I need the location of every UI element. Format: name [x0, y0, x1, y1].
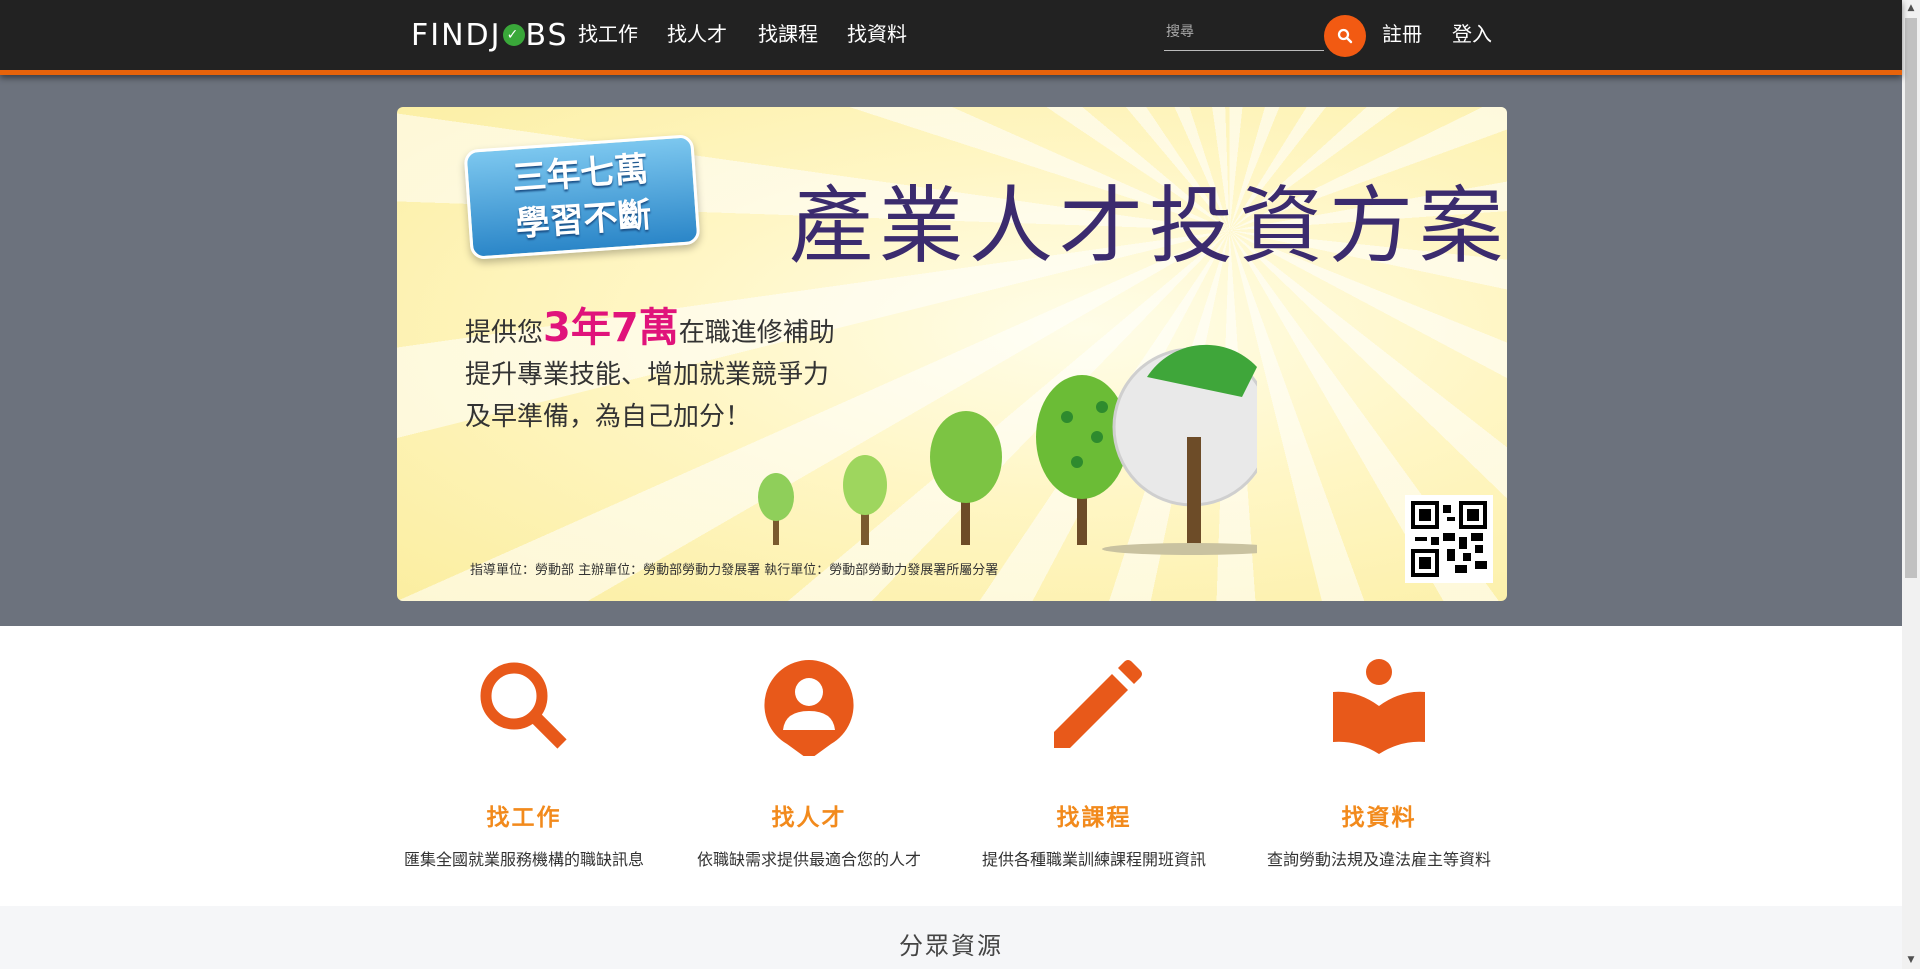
book-reader-icon: [1333, 659, 1425, 754]
search-field-wrapper: [1164, 18, 1324, 51]
feature-description: 依職缺需求提供最適合您的人才: [696, 850, 921, 869]
globe-tree: [1102, 344, 1257, 555]
sapling-2: [843, 455, 887, 545]
feature-title: 找課程: [1056, 805, 1132, 831]
scroll-up-arrow-icon[interactable]: ▲: [1902, 0, 1920, 17]
banner-footer-credits: 指導單位：勞動部 主辦單位：勞動部勞動力發展署 執行單位：勞動部勞動力發展署所屬…: [470, 563, 999, 578]
feature-title: 找人才: [771, 805, 847, 831]
campaign-badge: 三年七萬 學習不斷: [463, 134, 701, 260]
sapling-1: [758, 473, 794, 545]
search-input[interactable]: [1164, 18, 1318, 46]
banner-highlight: 3年7萬: [543, 305, 679, 351]
logo-check-icon: ✓: [502, 24, 525, 46]
top-navbar: FINDJ✓BS 找工作 找人才 找課程 找資料 註冊 登入: [0, 0, 1902, 75]
qr-code: [1405, 495, 1493, 583]
findjobs-logo[interactable]: FINDJ ✓ BS: [411, 16, 569, 54]
hero-section: 三年七萬 學習不斷 產業人才投資方案 提供您3年7萬在職進修補助 提升專業技能、…: [0, 75, 1902, 626]
scrollbar-thumb[interactable]: [1905, 18, 1917, 578]
promo-banner[interactable]: 三年七萬 學習不斷 產業人才投資方案 提供您3年7萬在職進修補助 提升專業技能、…: [397, 107, 1507, 601]
nav-find-talent[interactable]: 找人才: [667, 18, 727, 50]
tree-medium: [1036, 375, 1128, 545]
search-icon: [1337, 28, 1353, 44]
nav-find-info[interactable]: 找資料: [847, 18, 907, 50]
feature-description: 查詢勞動法規及違法雇主等資料: [1266, 850, 1491, 869]
person-pin-icon: [764, 660, 854, 756]
trees-illustration: [758, 344, 1257, 555]
page-scrollbar[interactable]: ▲ ▼: [1902, 0, 1920, 969]
feature-find-courses[interactable]: 找課程 提供各種職業訓練課程開班資訊: [959, 656, 1229, 870]
feature-find-info[interactable]: 找資料 查詢勞動法規及違法雇主等資料: [1244, 656, 1514, 870]
pencil-icon: [1054, 660, 1142, 748]
logo-text-prefix: FINDJ: [411, 17, 502, 53]
search-icon: [480, 662, 567, 749]
feature-find-jobs[interactable]: 找工作 匯集全國就業服務機構的職缺訊息: [389, 656, 659, 870]
feature-description: 提供各種職業訓練課程開班資訊: [981, 850, 1206, 869]
logo-text-suffix: BS: [525, 17, 569, 53]
feature-description: 匯集全國就業服務機構的職缺訊息: [403, 850, 644, 869]
search-button[interactable]: [1324, 15, 1366, 57]
qr-code-image: [1411, 501, 1487, 577]
features-section: 找工作 匯集全國就業服務機構的職缺訊息 找人才 依職缺需求提供最適合您的人才 找…: [0, 626, 1902, 906]
feature-find-talent[interactable]: 找人才 依職缺需求提供最適合您的人才: [674, 656, 944, 870]
audience-resources-section: 分眾資源: [0, 906, 1902, 969]
login-link[interactable]: 登入: [1452, 18, 1492, 50]
register-link[interactable]: 註冊: [1382, 18, 1422, 50]
tree-small: [930, 411, 1002, 545]
feature-title: 找資料: [1341, 805, 1417, 831]
section-title: 分眾資源: [899, 932, 1003, 960]
feature-title: 找工作: [486, 805, 562, 831]
banner-line1-pre: 提供您: [465, 318, 544, 348]
banner-title: 產業人才投資方案: [789, 177, 1507, 275]
scroll-down-arrow-icon[interactable]: ▼: [1902, 952, 1920, 969]
nav-find-courses[interactable]: 找課程: [758, 18, 818, 50]
nav-find-jobs[interactable]: 找工作: [578, 18, 638, 50]
